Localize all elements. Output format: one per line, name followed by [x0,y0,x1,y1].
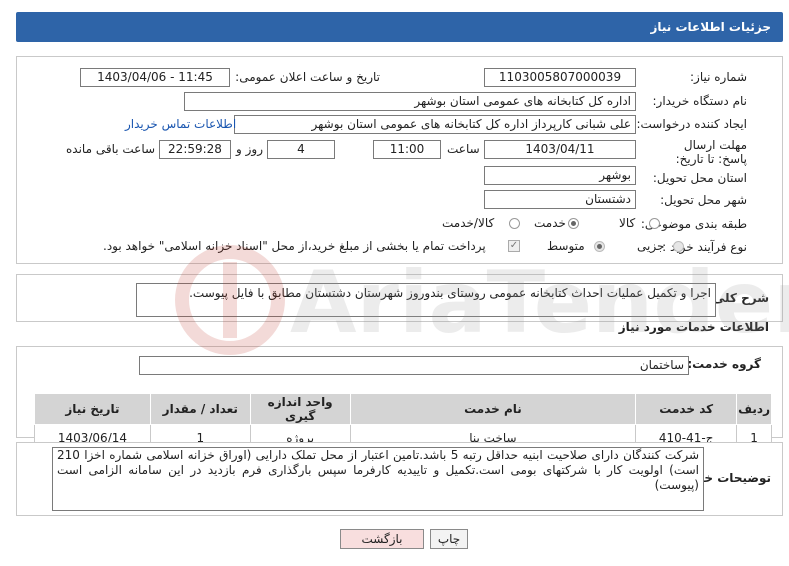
deadline-date-field: 1403/04/11 [484,140,636,159]
buyer-org-label: نام دستگاه خریدار: [652,94,748,108]
days-label: روز و [236,142,263,156]
announce-field: 1403/04/06 - 11:45 [80,68,230,87]
requester-label: ایجاد کننده درخواست: [636,117,747,131]
requester-field: علی شبانی کارپرداز اداره کل کتابخانه های… [234,115,636,134]
need-number-label: شماره نیاز: [690,70,747,84]
services-heading: اطلاعات خدمات مورد نیاز [618,320,769,334]
back-button[interactable]: بازگشت [340,529,424,549]
col-date: تاریخ نیاز [34,393,151,425]
deadline-label: مهلت ارسال پاسخ: تا تاریخ: [675,138,747,166]
treasury-checkbox[interactable]: ✓ [508,240,520,252]
category-radio-goods-service[interactable] [509,218,520,229]
category-option-goods-service: کالا/خدمت [442,216,495,230]
city-field: دشتستان [484,190,636,209]
service-group-field: ساختمان [139,356,689,375]
process-option-minor: جزیی [637,239,665,253]
col-qty: تعداد / مقدار [149,393,251,425]
description-field: اجرا و تکمیل عملیات احداث کتابخانه عمومی… [136,283,716,317]
process-option-medium: متوسط [547,239,585,253]
contact-buyer-link[interactable]: اطلاعات تماس خریدار [125,117,236,131]
col-code: کد خدمت [635,393,738,425]
days-field: 4 [267,140,335,159]
services-table-header: ردیف کد خدمت نام خدمت واحد اندازه گیری ت… [34,393,772,425]
process-radio-minor[interactable] [673,241,684,252]
category-option-goods: کالا [619,216,636,230]
province-label: استان محل تحویل: [652,171,747,185]
category-radio-service[interactable] [568,218,579,229]
need-number-field: 1103005807000039 [484,68,636,87]
province-field: بوشهر [484,166,636,185]
city-label: شهر محل تحویل: [660,193,747,207]
page-title: جزئیات اطلاعات نیاز [650,20,771,34]
col-name: نام خدمت [349,393,637,425]
payment-note: پرداخت تمام یا بخشی از مبلغ خرید،از محل … [103,239,486,253]
buyer-org-field: اداره کل کتابخانه های عمومی استان بوشهر [184,92,636,111]
time-label: ساعت [447,142,480,156]
announce-label: تاریخ و ساعت اعلان عمومی: [235,70,380,84]
col-row: ردیف [736,393,772,425]
process-radio-medium[interactable] [594,241,605,252]
buyer-notes-field: شرکت کنندگان دارای صلاحیت ابنیه حداقل رت… [52,447,704,511]
category-radio-goods[interactable] [649,218,660,229]
remaining-label: ساعت باقی مانده [66,142,156,156]
page-header: جزئیات اطلاعات نیاز [16,12,783,42]
col-unit: واحد اندازه گیری [249,393,351,425]
category-option-service: خدمت [534,216,566,230]
service-group-label: گروه خدمت: [687,357,761,371]
print-button[interactable]: چاپ [430,529,468,549]
remaining-time-field: 22:59:28 [159,140,231,159]
deadline-time-field: 11:00 [373,140,441,159]
